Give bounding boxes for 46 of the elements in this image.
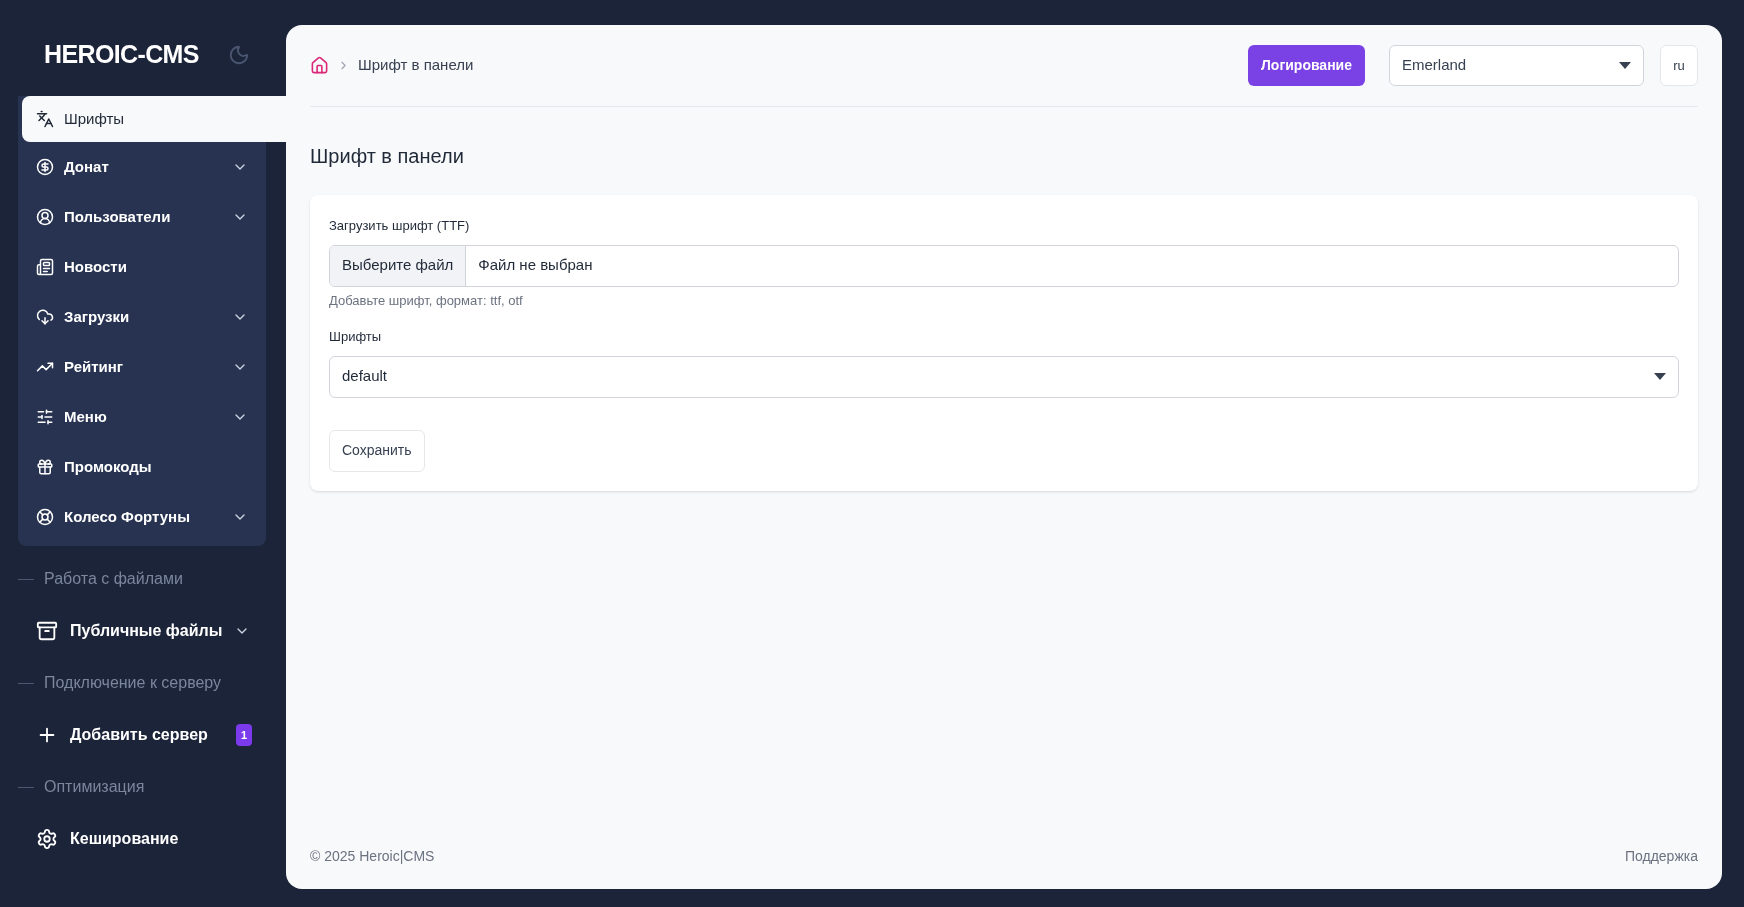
support-link[interactable]: Поддержка [1624,845,1698,867]
home-icon[interactable] [310,56,329,75]
copyright-text: © 2025 Heroic|CMS [310,846,435,866]
breadcrumb-current: Шрифт в панели [358,55,475,76]
count-badge: 1 [235,723,252,747]
logo: HEROIC-CMS [44,39,199,71]
section-title: Оптимизация [44,777,145,797]
section-title: Подключение к серверу [44,673,222,693]
sidebar-item[interactable]: Добавить сервер 1 [0,710,286,760]
choose-file-button[interactable]: Выберите файл [330,245,467,286]
sidebar-item[interactable]: Рейтинг [18,342,266,392]
cloud-download-icon [36,308,54,326]
server-select[interactable]: Emerland [1389,45,1644,86]
newspaper-icon [36,258,54,276]
sliders-icon [36,408,54,426]
field-label: Шрифты [329,328,383,346]
sidebar-item[interactable]: Кеширование [0,814,286,864]
user-icon [36,208,54,226]
sidebar-item[interactable]: Донат [18,142,266,192]
dollar-coin-icon [36,158,54,176]
sidebar-item[interactable]: Загрузки [18,292,266,342]
lifebuoy-icon [36,508,54,526]
field-hint: Добавьте шрифт, формат: ttf, otf [329,291,524,310]
language-button[interactable]: ru [1660,45,1698,86]
archive-icon [36,620,58,642]
sidebar-item[interactable]: Шрифты [22,96,286,142]
sidebar-item[interactable]: Пользователи [18,192,266,242]
file-status: Файл не выбран [477,255,594,276]
sidebar-item[interactable]: Меню [18,392,266,442]
log-button[interactable]: Логирование [1248,45,1365,86]
sidebar-item[interactable]: Колесо Фортуны [18,492,266,542]
sidebar-item[interactable]: Промокоды [18,442,266,492]
save-button[interactable]: Сохранить [329,429,425,472]
sidebar-item[interactable]: Публичные файлы [0,606,286,656]
section-title: Работа с файлами [44,569,183,589]
translate-icon [36,110,54,128]
page-title: Шрифт в панели [310,144,465,169]
sidebar-item[interactable]: Новости [18,242,266,292]
settings-icon [36,828,58,850]
field-label: Загрузить шрифт (TTF) [329,217,471,235]
font-select[interactable]: default [329,355,1679,398]
gift-icon [36,458,54,476]
caret-down-icon [1654,373,1666,380]
caret-down-icon [1619,62,1631,69]
file-input[interactable]: Выберите файл Файл не выбран [329,244,1679,287]
moon-icon[interactable] [228,44,250,66]
